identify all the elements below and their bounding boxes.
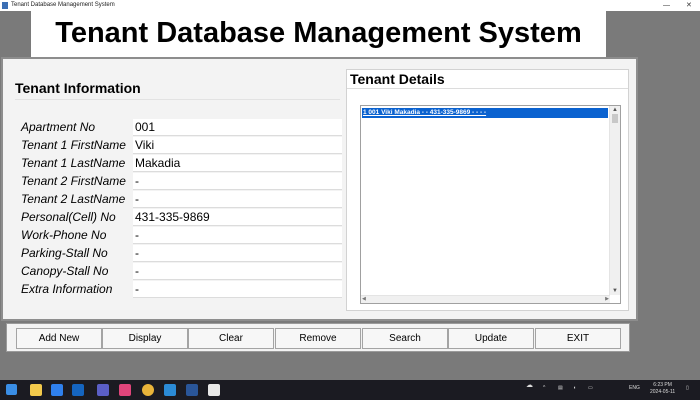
field-parking-stall-no: Parking-Stall No - — [17, 245, 343, 263]
app-heading-panel: Tenant Database Management System — [31, 11, 606, 57]
scrollbar-thumb[interactable] — [612, 114, 618, 123]
exit-button[interactable]: EXIT — [535, 328, 621, 349]
field-tenant1-lastname: Tenant 1 LastName Makadia — [17, 155, 343, 173]
horizontal-scrollbar[interactable]: ◀ ▶ — [361, 295, 610, 303]
chrome-icon[interactable] — [142, 384, 154, 396]
field-personal-cell-no: Personal(Cell) No 431-335-9869 — [17, 209, 343, 227]
chevron-up-icon[interactable]: ▲ — [612, 107, 618, 113]
divider — [347, 88, 628, 89]
mail-icon[interactable] — [51, 384, 63, 396]
python-icon[interactable] — [208, 384, 220, 396]
tenant-details-panel: Tenant Details 1 001 Viki Makadia - - 43… — [346, 69, 629, 311]
tenant-details-listbox[interactable]: 1 001 Viki Makadia - - 431-335-9869 - - … — [360, 105, 621, 304]
app-heading: Tenant Database Management System — [55, 17, 582, 49]
field-label: Personal(Cell) No — [21, 210, 116, 224]
ide-icon[interactable] — [119, 384, 131, 396]
remove-button[interactable]: Remove — [275, 328, 361, 349]
battery-icon[interactable]: ▭ — [588, 385, 593, 391]
button-bar: Add New Display Clear Remove Search Upda… — [6, 323, 630, 352]
field-label: Parking-Stall No — [21, 246, 108, 260]
outlook-icon[interactable] — [72, 384, 84, 396]
canopy-stall-input[interactable]: - — [133, 263, 342, 280]
field-work-phone-no: Work-Phone No - — [17, 227, 343, 245]
word-icon[interactable] — [186, 384, 198, 396]
chevron-left-icon[interactable]: ◀ — [362, 296, 366, 302]
chevron-right-icon[interactable]: ▶ — [605, 296, 609, 302]
tenant-details-title: Tenant Details — [350, 71, 445, 87]
field-label: Tenant 2 FirstName — [21, 174, 126, 188]
field-tenant1-firstname: Tenant 1 FirstName Viki — [17, 137, 343, 155]
language-indicator[interactable]: ENG — [629, 385, 640, 391]
clock-date: 2024-05-11 — [650, 389, 676, 395]
field-label: Extra Information — [21, 282, 113, 296]
vscode-icon[interactable] — [164, 384, 176, 396]
vertical-scrollbar[interactable]: ▲ ▼ — [609, 106, 620, 295]
tenant2-firstname-input[interactable]: - — [133, 173, 342, 190]
close-icon[interactable]: ✕ — [686, 1, 692, 10]
notification-icon[interactable]: ▯ — [686, 385, 689, 391]
minimize-icon[interactable]: — — [663, 1, 670, 10]
field-tenant2-firstname: Tenant 2 FirstName - — [17, 173, 343, 191]
tenant1-firstname-input[interactable]: Viki — [133, 137, 342, 154]
tenant1-lastname-input[interactable]: Makadia — [133, 155, 342, 172]
field-label: Tenant 2 LastName — [21, 192, 126, 206]
list-item[interactable]: 1 001 Viki Makadia - - 431-335-9869 - - … — [362, 108, 608, 118]
volume-icon[interactable]: ◖ — [573, 385, 576, 391]
tenant-info-title: Tenant Information — [15, 80, 141, 96]
divider — [15, 99, 340, 100]
chevron-up-icon[interactable]: ^ — [543, 385, 545, 391]
update-button[interactable]: Update — [448, 328, 534, 349]
field-apartment-no: Apartment No 001 — [17, 119, 343, 137]
field-label: Work-Phone No — [21, 228, 107, 242]
work-phone-input[interactable]: - — [133, 227, 342, 244]
windows-start-icon[interactable] — [6, 384, 17, 395]
field-label: Tenant 1 FirstName — [21, 138, 126, 152]
field-tenant2-lastname: Tenant 2 LastName - — [17, 191, 343, 209]
cell-no-input[interactable]: 431-335-9869 — [133, 209, 342, 226]
weather-icon[interactable]: ☁ — [526, 382, 533, 389]
clock-time: 6:23 PM — [653, 382, 672, 388]
network-icon[interactable]: ▤ — [558, 385, 563, 391]
field-extra-information: Extra Information - — [17, 281, 343, 299]
extra-information-input[interactable]: - — [133, 281, 342, 298]
chevron-down-icon[interactable]: ▼ — [612, 288, 618, 294]
field-label: Apartment No — [21, 120, 96, 134]
parking-stall-input[interactable]: - — [133, 245, 342, 262]
field-label: Canopy-Stall No — [21, 264, 109, 278]
search-button[interactable]: Search — [362, 328, 448, 349]
field-canopy-stall-no: Canopy-Stall No - — [17, 263, 343, 281]
file-explorer-icon[interactable] — [30, 384, 42, 396]
window-title-bar: Tenant Database Management System — ✕ — [0, 0, 700, 11]
teams-icon[interactable] — [97, 384, 109, 396]
taskbar: ☁ ^ ▤ ◖ ▭ ENG 6:23 PM 2024-05-11 ▯ — [0, 380, 700, 400]
apartment-no-input[interactable]: 001 — [133, 119, 342, 136]
display-button[interactable]: Display — [102, 328, 188, 349]
tenant2-lastname-input[interactable]: - — [133, 191, 342, 208]
field-label: Tenant 1 LastName — [21, 156, 126, 170]
feather-icon — [2, 2, 8, 9]
main-frame: Tenant Information Apartment No 001 Tena… — [1, 57, 638, 321]
add-new-button[interactable]: Add New — [16, 328, 102, 349]
clock[interactable]: 6:23 PM 2024-05-11 — [650, 382, 675, 396]
window-title: Tenant Database Management System — [11, 2, 115, 8]
clear-button[interactable]: Clear — [188, 328, 274, 349]
